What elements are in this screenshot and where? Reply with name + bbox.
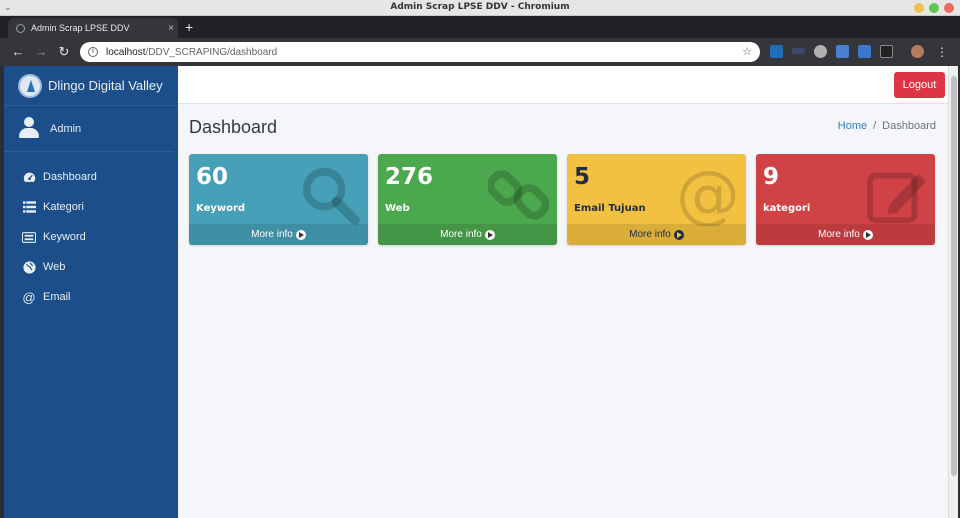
sidebar-item-keyword[interactable]: Keyword: [4, 222, 178, 252]
stat-label: Web: [385, 203, 410, 214]
at-icon: @: [22, 289, 36, 305]
svg-text:@: @: [677, 164, 739, 226]
window-controls: [914, 3, 954, 13]
brand-logo-icon: [18, 73, 42, 98]
stat-card-web: 276 Web More info: [378, 154, 557, 245]
extension-translate-icon[interactable]: [836, 45, 849, 58]
stat-label: kategori: [763, 203, 811, 214]
window-title: Admin Scrap LPSE DDV - Chromium: [390, 2, 570, 12]
link-icon: [488, 170, 550, 220]
menu-dots-icon[interactable]: ⋮: [933, 43, 951, 61]
page: Dlingo Digital Valley Admin Dashboard Ka…: [4, 66, 958, 518]
logout-button[interactable]: Logout: [894, 72, 945, 98]
brand-link[interactable]: Dlingo Digital Valley: [4, 66, 178, 106]
window-titlebar: ⌄ Admin Scrap LPSE DDV - Chromium: [0, 0, 960, 16]
browser-tab[interactable]: Admin Scrap LPSE DDV ×: [8, 18, 178, 38]
more-info-label: More info: [251, 229, 293, 240]
extension-linkedin-icon[interactable]: [770, 45, 783, 58]
stat-value: 276: [385, 164, 434, 190]
profile-avatar[interactable]: [911, 45, 924, 58]
back-arrow-icon[interactable]: ←: [9, 43, 27, 61]
user-icon: [18, 116, 40, 141]
stat-label: Email Tujuan: [574, 203, 646, 214]
address-bar[interactable]: i localhost/DDV_SCRAPING/dashboard ☆: [80, 42, 760, 62]
at-icon: @: [677, 164, 739, 226]
breadcrumb-current: Dashboard: [882, 120, 936, 132]
sidebar-item-label: Dashboard: [43, 171, 97, 183]
page-title: Dashboard: [189, 117, 278, 137]
minimize-button[interactable]: [914, 3, 924, 13]
tab-close-icon[interactable]: ×: [164, 23, 178, 34]
content-header: Dashboard Home / Dashboard: [178, 104, 948, 154]
more-info-link[interactable]: More info: [756, 224, 935, 245]
dashboard-icon: [22, 170, 36, 184]
sidebar-item-web[interactable]: Web: [4, 252, 178, 282]
stat-value: 9: [763, 164, 780, 190]
user-name: Admin: [50, 122, 82, 135]
page-scrollbar[interactable]: [948, 66, 958, 518]
arrow-circle-right-icon: [862, 229, 873, 240]
stat-value: 5: [574, 164, 591, 190]
stat-card-email-tujuan: 5 Email Tujuan @ More info: [567, 154, 746, 245]
extension-gear-icon[interactable]: [814, 45, 827, 58]
stat-card-kategori: 9 kategori More info: [756, 154, 935, 245]
arrow-circle-right-icon: [295, 229, 306, 240]
bookmark-star-icon[interactable]: ☆: [742, 45, 752, 58]
list-icon: [22, 200, 36, 214]
breadcrumb-home-link[interactable]: Home: [838, 120, 867, 132]
sidebar-item-dashboard[interactable]: Dashboard: [4, 162, 178, 192]
search-icon: [302, 167, 361, 226]
maximize-button[interactable]: [929, 3, 939, 13]
url-path: /DDV_SCRAPING/dashboard: [145, 46, 278, 58]
more-info-label: More info: [629, 229, 671, 240]
sidebar-item-email[interactable]: @ Email: [4, 282, 178, 312]
browser-toolbar: ← → ↻ i localhost/DDV_SCRAPING/dashboard…: [0, 38, 960, 66]
info-icon[interactable]: i: [88, 47, 98, 57]
arrow-circle-right-icon: [673, 229, 684, 240]
top-navbar: Logout: [178, 66, 958, 104]
extension-icon[interactable]: [792, 48, 805, 54]
breadcrumb-separator: /: [873, 120, 877, 132]
sidebar-item-label: Keyword: [43, 231, 86, 243]
more-info-link[interactable]: More info: [378, 224, 557, 245]
stat-label: Keyword: [196, 203, 246, 214]
scrollbar-thumb[interactable]: [951, 76, 957, 476]
stat-card-keyword: 60 Keyword More info: [189, 154, 368, 245]
sidebar-item-label: Email: [43, 291, 71, 303]
extension-box-icon[interactable]: [880, 45, 893, 58]
globe-favicon-icon: [16, 23, 25, 33]
arrow-circle-right-icon: [484, 229, 495, 240]
globe-icon: [22, 260, 36, 274]
sidebar-menu: Dashboard Kategori Keyword Web @ Email: [4, 162, 178, 312]
user-panel[interactable]: Admin: [4, 106, 174, 152]
brand-text: Dlingo Digital Valley: [48, 78, 163, 93]
more-info-label: More info: [818, 229, 860, 240]
tab-bar: Admin Scrap LPSE DDV × +: [0, 16, 960, 38]
sidebar-item-label: Kategori: [43, 201, 84, 213]
new-tab-button[interactable]: +: [185, 19, 193, 35]
sidebar: Dlingo Digital Valley Admin Dashboard Ka…: [4, 66, 178, 518]
more-info-link[interactable]: More info: [189, 224, 368, 245]
breadcrumb: Home / Dashboard: [838, 120, 936, 132]
reload-icon[interactable]: ↻: [55, 43, 73, 61]
more-info-link[interactable]: More info: [567, 224, 746, 245]
more-info-label: More info: [440, 229, 482, 240]
stat-cards: 60 Keyword More info 276 Web More info 5…: [189, 154, 939, 246]
tab-title: Admin Scrap LPSE DDV: [31, 23, 130, 33]
stat-value: 60: [196, 164, 229, 190]
sidebar-item-label: Web: [43, 261, 66, 273]
sidebar-item-kategori[interactable]: Kategori: [4, 192, 178, 222]
close-window-button[interactable]: [944, 3, 954, 13]
extension-icon[interactable]: [858, 45, 871, 58]
keyboard-icon: [22, 230, 36, 244]
url-host: localhost: [106, 46, 146, 58]
forward-arrow-icon[interactable]: →: [32, 43, 50, 61]
edit-icon: [866, 172, 927, 224]
